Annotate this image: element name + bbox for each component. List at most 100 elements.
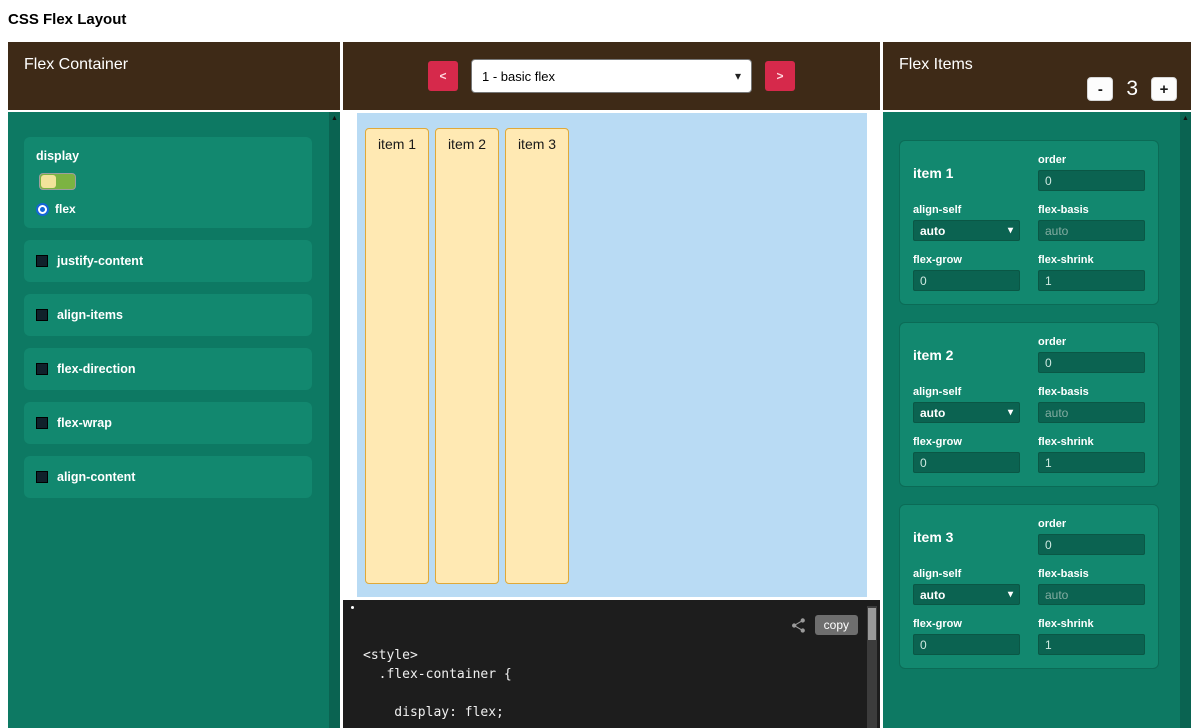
radio-selected-icon [36, 203, 49, 216]
flex-shrink-input[interactable] [1038, 452, 1145, 473]
checkbox-icon[interactable] [36, 417, 48, 429]
flex-container-body: display flex justify-content align-items [8, 112, 340, 728]
code-line: display: flex; [363, 703, 850, 722]
preview-panel: < 1 - basic flex ▾ > item 1 item 2 item … [343, 42, 880, 728]
code-block: copy <style> .flex-container { display: … [343, 600, 880, 728]
align-self-value: auto [920, 588, 945, 602]
align-self-select[interactable]: auto ▾ [913, 402, 1020, 423]
order-label: order [1038, 336, 1145, 348]
flex-grow-input[interactable] [913, 270, 1020, 291]
order-label: order [1038, 518, 1145, 530]
order-field: order [1038, 518, 1145, 555]
item-count: 3 [1126, 77, 1138, 101]
display-toggle-knob [41, 175, 56, 188]
flex-basis-label: flex-basis [1038, 204, 1145, 216]
order-input[interactable] [1038, 352, 1145, 373]
flex-shrink-input[interactable] [1038, 270, 1145, 291]
flex-item-1: item 1 [365, 128, 429, 584]
flex-shrink-input[interactable] [1038, 634, 1145, 655]
item-title: item 2 [913, 347, 1020, 363]
flex-shrink-label: flex-shrink [1038, 618, 1145, 630]
flex-shrink-label: flex-shrink [1038, 436, 1145, 448]
flex-basis-field: flex-basis [1038, 568, 1145, 605]
option-align-items[interactable]: align-items [24, 294, 312, 336]
option-flex-direction[interactable]: flex-direction [24, 348, 312, 390]
code-line: <style> [363, 646, 850, 665]
left-panel-scrollbar[interactable]: ▲ [329, 112, 340, 728]
option-label: align-content [57, 470, 135, 484]
flex-grow-field: flex-grow [913, 254, 1020, 291]
flex-shrink-field: flex-shrink [1038, 618, 1145, 655]
flex-shrink-label: flex-shrink [1038, 254, 1145, 266]
code-line [363, 684, 850, 703]
align-self-field: align-self auto ▾ [913, 568, 1020, 605]
flex-container-panel: Flex Container display flex justify-cont… [8, 42, 340, 728]
align-self-label: align-self [913, 386, 1020, 398]
flex-preview-container: item 1 item 2 item 3 [357, 113, 867, 597]
flex-basis-label: flex-basis [1038, 568, 1145, 580]
option-label: justify-content [57, 254, 143, 268]
checkbox-icon[interactable] [36, 255, 48, 267]
align-self-select[interactable]: auto ▾ [913, 584, 1020, 605]
code-scrollbar[interactable] [867, 606, 877, 728]
remove-item-button[interactable]: - [1087, 77, 1113, 101]
display-toggle[interactable] [39, 173, 76, 190]
checkbox-icon[interactable] [36, 363, 48, 375]
flex-items-body: item 1 order align-self auto ▾ flex-basi… [883, 112, 1191, 728]
order-input[interactable] [1038, 534, 1145, 555]
example-header: < 1 - basic flex ▾ > [343, 42, 880, 110]
flex-basis-input[interactable] [1038, 584, 1145, 605]
flex-basis-label: flex-basis [1038, 386, 1145, 398]
code-dot [351, 606, 354, 609]
option-flex-wrap[interactable]: flex-wrap [24, 402, 312, 444]
item-title: item 3 [913, 529, 1020, 545]
option-align-content[interactable]: align-content [24, 456, 312, 498]
item-card-1: item 1 order align-self auto ▾ flex-basi… [899, 140, 1159, 305]
option-justify-content[interactable]: justify-content [24, 240, 312, 282]
flex-shrink-field: flex-shrink [1038, 436, 1145, 473]
prev-example-button[interactable]: < [428, 61, 458, 91]
order-input[interactable] [1038, 170, 1145, 191]
flex-container-header: Flex Container [8, 42, 340, 110]
code-content: <style> .flex-container { display: flex; [363, 646, 850, 722]
flex-basis-field: flex-basis [1038, 204, 1145, 241]
item-card-3: item 3 order align-self auto ▾ flex-basi… [899, 504, 1159, 669]
order-field: order [1038, 336, 1145, 373]
flex-basis-input[interactable] [1038, 402, 1145, 423]
flex-shrink-field: flex-shrink [1038, 254, 1145, 291]
code-line: .flex-container { [363, 665, 850, 684]
flex-basis-input[interactable] [1038, 220, 1145, 241]
add-item-button[interactable]: + [1151, 77, 1177, 101]
align-self-label: align-self [913, 204, 1020, 216]
share-icon[interactable] [790, 617, 807, 634]
example-select[interactable]: 1 - basic flex ▾ [471, 59, 752, 93]
option-label: flex-direction [57, 362, 136, 376]
display-card: display flex [24, 137, 312, 228]
right-panel-scrollbar[interactable]: ▲ [1180, 112, 1191, 728]
code-scrollbar-thumb[interactable] [868, 608, 876, 640]
copy-button[interactable]: copy [815, 615, 858, 635]
order-label: order [1038, 154, 1145, 166]
checkbox-icon[interactable] [36, 309, 48, 321]
display-flex-radio[interactable]: flex [36, 202, 300, 216]
scroll-up-icon[interactable]: ▲ [329, 112, 340, 122]
flex-item-3: item 3 [505, 128, 569, 584]
item-count-controls: - 3 + [1087, 77, 1177, 101]
align-self-field: align-self auto ▾ [913, 204, 1020, 241]
item-card-2: item 2 order align-self auto ▾ flex-basi… [899, 322, 1159, 487]
flex-grow-field: flex-grow [913, 436, 1020, 473]
flex-grow-label: flex-grow [913, 618, 1020, 630]
scroll-up-icon[interactable]: ▲ [1180, 112, 1191, 122]
flex-items-panel-title: Flex Items [899, 56, 973, 73]
chevron-down-icon: ▾ [1008, 225, 1013, 236]
flex-grow-input[interactable] [913, 452, 1020, 473]
example-select-value: 1 - basic flex [482, 69, 555, 84]
next-example-button[interactable]: > [765, 61, 795, 91]
flex-grow-input[interactable] [913, 634, 1020, 655]
display-flex-radio-label: flex [55, 202, 76, 216]
chevron-down-icon: ▾ [1008, 589, 1013, 600]
checkbox-icon[interactable] [36, 471, 48, 483]
option-label: flex-wrap [57, 416, 112, 430]
flex-items-header: Flex Items - 3 + [883, 42, 1191, 110]
align-self-select[interactable]: auto ▾ [913, 220, 1020, 241]
